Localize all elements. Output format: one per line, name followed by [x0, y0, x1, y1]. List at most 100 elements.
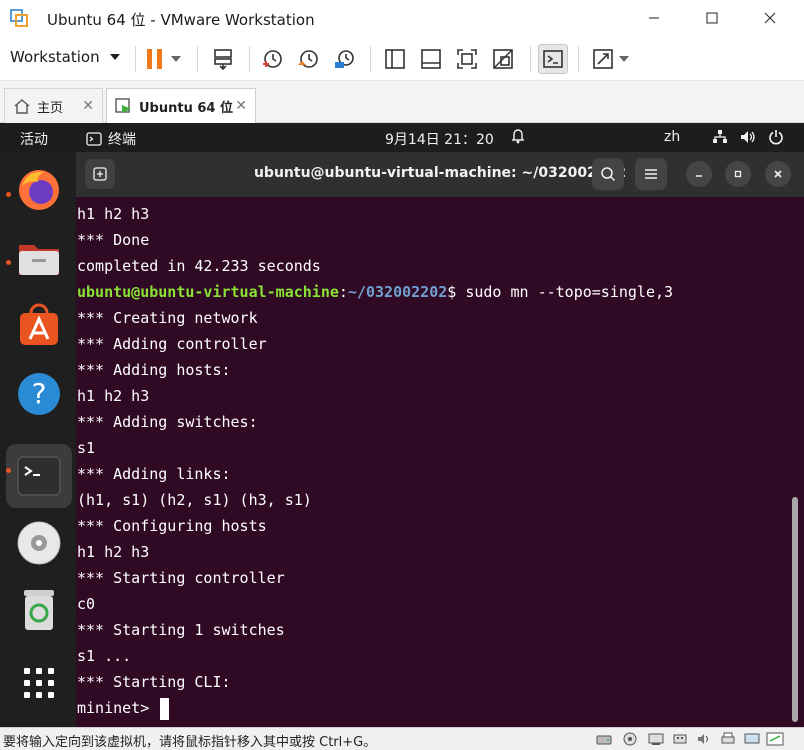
toolbar-divider	[530, 46, 531, 72]
vmware-toolbar: Workstation	[0, 36, 804, 81]
trash-icon	[24, 590, 54, 630]
terminal-minimize-button[interactable]	[686, 161, 712, 187]
svg-text:?: ?	[32, 377, 47, 410]
maximize-button[interactable]	[684, 0, 740, 36]
printer-icon[interactable]	[720, 732, 736, 746]
search-button[interactable]	[592, 158, 624, 190]
tab-bar: 主页 ✕ Ubuntu 64 位 ✕	[0, 81, 804, 123]
snapshot-manager-button[interactable]	[329, 44, 359, 74]
unity-icon	[493, 49, 513, 69]
tab-label: Ubuntu 64 位	[139, 100, 233, 116]
hamburger-menu-button[interactable]	[635, 158, 667, 190]
prompt-colon: :	[338, 283, 348, 301]
vmware-icon	[10, 9, 28, 27]
console-view-button[interactable]	[416, 44, 446, 74]
running-indicator	[6, 192, 11, 197]
terminal-line: (h1, s1) (h2, s1) (h3, s1)	[77, 491, 312, 509]
take-snapshot-button[interactable]	[257, 44, 287, 74]
power-icon[interactable]	[768, 129, 784, 145]
terminal-icon	[17, 456, 61, 496]
chevron-down-icon	[171, 56, 181, 62]
terminal-console-icon	[543, 50, 563, 68]
terminal-close-button[interactable]	[765, 161, 791, 187]
workstation-menu[interactable]: Workstation	[10, 48, 120, 66]
cd-drive-icon	[17, 521, 61, 565]
dock-item-cd-drive[interactable]	[15, 519, 63, 567]
running-indicator	[6, 468, 11, 473]
hard-disk-icon[interactable]	[596, 732, 612, 746]
terminal-line: *** Starting CLI:	[77, 673, 231, 691]
home-icon	[14, 99, 30, 114]
terminal-line: h1 h2 h3	[77, 387, 150, 405]
volume-icon[interactable]	[740, 129, 756, 145]
terminal-line: s1 ...	[77, 647, 132, 665]
prompt-symbol: $	[447, 283, 457, 301]
tab-home[interactable]: 主页 ✕	[4, 88, 103, 123]
console-view-icon	[421, 49, 441, 69]
stretch-dropdown[interactable]	[614, 44, 634, 74]
app-name: 终端	[108, 132, 136, 148]
app-center-icon	[20, 303, 58, 345]
dock-item-trash[interactable]	[15, 585, 63, 633]
pause-icon	[147, 49, 162, 69]
toolbar-divider	[197, 46, 198, 72]
terminal-scrollbar[interactable]	[792, 497, 798, 722]
snapshot-revert-icon	[298, 50, 318, 68]
terminal-line: *** Creating network	[77, 309, 258, 327]
terminal-restore-button[interactable]	[725, 161, 751, 187]
dock-item-files[interactable]	[15, 234, 63, 282]
terminal-line: completed in 42.233 seconds	[77, 257, 321, 275]
vm-display[interactable]: 活动 终端 9月14日 21：20 zh ? ubuntu@ubuntu-vir…	[0, 123, 804, 727]
pause-dropdown[interactable]	[166, 44, 186, 74]
show-apps-icon	[24, 668, 54, 698]
library-toggle-button[interactable]	[380, 44, 410, 74]
tab-ubuntu-vm[interactable]: Ubuntu 64 位 ✕	[106, 88, 256, 123]
dock-item-terminal[interactable]	[15, 452, 63, 500]
gnome-top-bar: 活动 终端 9月14日 21：20 zh	[0, 123, 804, 152]
close-button[interactable]	[742, 0, 798, 36]
firefox-icon	[19, 170, 59, 210]
network-icon[interactable]	[712, 129, 728, 145]
terminal-icon	[86, 132, 102, 146]
dock-item-help[interactable]: ?	[15, 370, 63, 418]
activities-button[interactable]: 活动	[20, 129, 48, 149]
console-button[interactable]	[538, 44, 568, 74]
tab-close-icon[interactable]: ✕	[235, 98, 247, 114]
maximize-icon	[706, 12, 718, 24]
close-icon	[764, 12, 776, 24]
terminal-line: *** Adding hosts:	[77, 361, 231, 379]
unity-button[interactable]	[488, 44, 518, 74]
clock[interactable]: 9月14日 21：20	[385, 129, 494, 149]
send-keys-icon	[214, 49, 232, 70]
terminal-line: *** Adding switches:	[77, 413, 258, 431]
sidebar-icon	[385, 49, 405, 69]
terminal-line: h1 h2 h3	[77, 205, 150, 223]
dock-item-show-apps[interactable]	[15, 659, 63, 707]
send-keys-button[interactable]	[208, 44, 238, 74]
dock-item-firefox[interactable]	[15, 165, 63, 213]
terminal-line: *** Configuring hosts	[77, 517, 267, 535]
dock-item-app-center[interactable]	[15, 302, 63, 350]
fullscreen-button[interactable]	[452, 44, 482, 74]
chevron-down-icon	[109, 54, 120, 60]
cd-rom-icon[interactable]	[622, 732, 638, 746]
input-method-indicator[interactable]: zh	[664, 129, 680, 145]
network-adapter-icon[interactable]	[648, 732, 664, 746]
terminal-output[interactable]: h1 h2 h3 *** Done completed in 42.233 se…	[76, 197, 804, 727]
sound-card-icon[interactable]	[696, 732, 712, 746]
minimize-button[interactable]	[626, 0, 682, 36]
tab-close-icon[interactable]: ✕	[82, 98, 94, 114]
terminal-line: s1	[77, 439, 96, 457]
app-menu[interactable]: 终端	[86, 129, 136, 149]
hamburger-menu-icon	[645, 169, 657, 179]
close-icon	[774, 170, 782, 178]
toolbar-divider	[135, 46, 136, 72]
display-icon[interactable]	[744, 732, 760, 746]
mininet-prompt-line: mininet>	[77, 695, 170, 721]
running-indicator	[6, 260, 11, 265]
usb-icon[interactable]	[672, 732, 688, 746]
revert-snapshot-button[interactable]	[293, 44, 323, 74]
window-titlebar: Ubuntu 64 位 - VMware Workstation	[0, 0, 804, 36]
vm-message-icon[interactable]	[766, 732, 784, 746]
terminal-line: *** Adding links:	[77, 465, 231, 483]
